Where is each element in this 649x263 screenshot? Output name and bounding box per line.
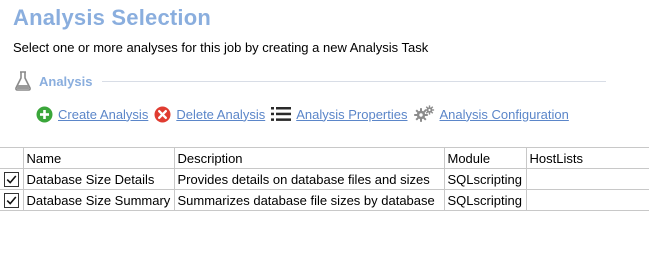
page-subtitle: Select one or more analyses for this job…: [13, 40, 429, 55]
delete-analysis-button[interactable]: Delete Analysis: [154, 106, 265, 123]
column-header-module[interactable]: Module: [443, 147, 527, 169]
row-module: SQLscripting: [443, 168, 527, 190]
row-checkbox-cell: [0, 189, 24, 211]
analysis-section-header: Analysis: [14, 70, 606, 92]
checkmark-icon: [6, 175, 17, 184]
analysis-toolbar: Create Analysis Delete Analysis Analysis…: [36, 104, 575, 124]
column-header-description[interactable]: Description: [173, 147, 445, 169]
flask-icon: [14, 71, 32, 91]
analysis-properties-label: Analysis Properties: [296, 106, 408, 122]
row-hostlists: [525, 168, 649, 190]
column-header-name[interactable]: Name: [22, 147, 175, 169]
add-circle-icon: [36, 106, 53, 123]
row-checkbox-cell: [0, 168, 24, 190]
row-description: Provides details on database files and s…: [173, 168, 445, 190]
row-description: Summarizes database file sizes by databa…: [173, 189, 445, 211]
create-analysis-button[interactable]: Create Analysis: [36, 106, 148, 123]
page-title: Analysis Selection: [13, 5, 212, 30]
row-hostlists: [525, 189, 649, 211]
analysis-properties-button[interactable]: Analysis Properties: [271, 106, 408, 122]
checkmark-icon: [6, 196, 17, 205]
row-checkbox[interactable]: [3, 193, 19, 209]
gears-icon: [413, 105, 435, 123]
checkbox-column-header: [0, 147, 24, 169]
column-header-hostlists[interactable]: HostLists: [525, 147, 649, 169]
table-row[interactable]: Database Size Summary Summarizes databas…: [0, 189, 649, 211]
row-module: SQLscripting: [443, 189, 527, 211]
analysis-configuration-button[interactable]: Analysis Configuration: [413, 105, 569, 123]
row-checkbox[interactable]: [3, 172, 19, 188]
create-analysis-label: Create Analysis: [58, 106, 149, 122]
list-icon: [271, 106, 292, 122]
analysis-configuration-label: Analysis Configuration: [439, 106, 569, 122]
delete-circle-icon: [154, 106, 171, 123]
row-name: Database Size Details: [22, 168, 175, 190]
section-divider: [102, 80, 606, 82]
section-label: Analysis: [39, 73, 93, 89]
row-name: Database Size Summary: [22, 189, 175, 211]
delete-analysis-label: Delete Analysis: [176, 106, 266, 122]
table-row[interactable]: Database Size Details Provides details o…: [0, 168, 649, 190]
table-header-row: Name Description Module HostLists: [0, 147, 649, 169]
analysis-table: Name Description Module HostLists Databa…: [0, 147, 649, 211]
